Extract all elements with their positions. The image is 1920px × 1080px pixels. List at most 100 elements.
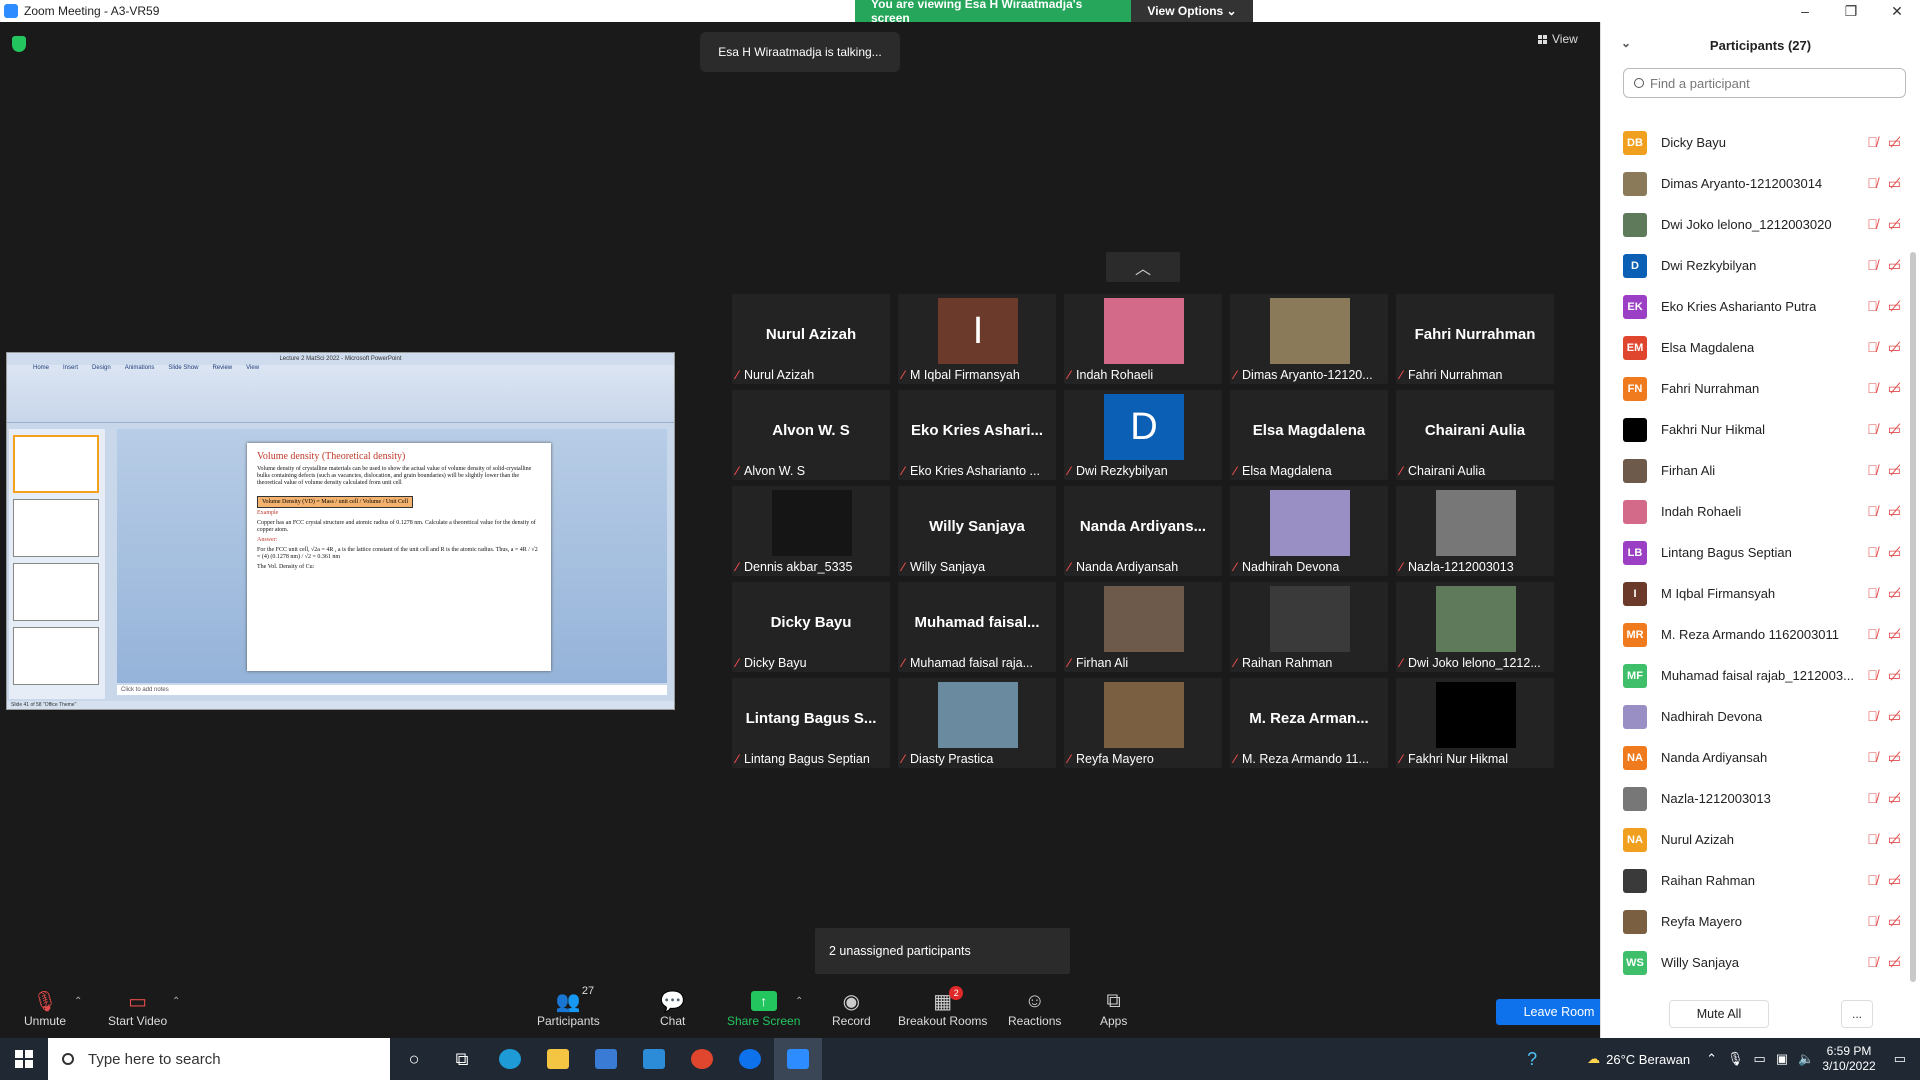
apps-button[interactable]: ⧉ Apps <box>1100 988 1127 1029</box>
video-tile[interactable]: Chairani Aulia ⁄ Chairani Aulia <box>1396 390 1554 480</box>
video-tile[interactable]: Dicky Bayu ⁄ Dicky Bayu <box>732 582 890 672</box>
view-options-button[interactable]: View Options ⌄ <box>1131 0 1253 22</box>
participant-row[interactable]: WS Willy Sanjaya 🎙̸ ▭̸ <box>1601 942 1905 983</box>
close-button[interactable]: ✕ <box>1874 0 1920 22</box>
participant-row[interactable]: Dimas Aryanto-1212003014 🎙̸ ▭̸ <box>1601 163 1905 204</box>
zoom-taskbar-icon[interactable] <box>774 1038 822 1080</box>
security-shield-icon[interactable] <box>12 36 26 52</box>
participant-row[interactable]: Indah Rohaeli 🎙̸ ▭̸ <box>1601 491 1905 532</box>
video-tile[interactable]: ⁄ Raihan Rahman <box>1230 582 1388 672</box>
video-off-icon: ▭̸ <box>1887 626 1901 642</box>
video-options-caret-icon[interactable]: ⌃ <box>172 996 180 1007</box>
participant-row[interactable]: EM Elsa Magdalena 🎙̸ ▭̸ <box>1601 327 1905 368</box>
participant-row[interactable]: Nazla-1212003013 🎙̸ ▭̸ <box>1601 778 1905 819</box>
taskbar-clock[interactable]: 6:59 PM 3/10/2022 <box>1822 1044 1875 1074</box>
task-view-icon[interactable]: ⧉ <box>438 1038 486 1080</box>
volume-icon[interactable]: 🔈 <box>1798 1051 1814 1067</box>
video-tile[interactable]: I ⁄ M Iqbal Firmansyah <box>898 294 1056 384</box>
participant-row[interactable]: D Dwi Rezkybilyan 🎙̸ ▭̸ <box>1601 245 1905 286</box>
share-screen-button[interactable]: ↑ Share Screen <box>727 988 800 1028</box>
participant-row[interactable]: MF Muhamad faisal rajab_1212003... 🎙̸ ▭̸ <box>1601 655 1905 696</box>
participant-row[interactable]: I M Iqbal Firmansyah 🎙̸ ▭̸ <box>1601 573 1905 614</box>
video-tile[interactable]: Eko Kries Ashari... ⁄ Eko Kries Asharianto… <box>898 390 1056 480</box>
minimize-button[interactable]: – <box>1782 0 1828 22</box>
participant-row[interactable]: NA Nurul Azizah 🎙̸ ▭̸ <box>1601 819 1905 860</box>
more-options-button[interactable]: ... <box>1841 1000 1873 1028</box>
participant-row[interactable]: EK Eko Kries Asharianto Putra 🎙̸ ▭̸ <box>1601 286 1905 327</box>
taskbar-search-box[interactable]: Type here to search <box>48 1038 390 1080</box>
tile-name-label: ⁄ Firhan Ali <box>1064 654 1222 672</box>
video-tile[interactable]: ⁄ Indah Rohaeli <box>1064 294 1222 384</box>
network-icon[interactable]: ▭ <box>1754 1051 1766 1067</box>
start-video-button[interactable]: ▭ Start Video <box>108 988 167 1029</box>
file-explorer-icon[interactable] <box>534 1038 582 1080</box>
weather-text[interactable]: 26°C Berawan <box>1606 1052 1690 1067</box>
record-button[interactable]: ◉ Record <box>832 988 871 1029</box>
video-tile[interactable]: Elsa Magdalena ⁄ Elsa Magdalena <box>1230 390 1388 480</box>
notifications-icon[interactable]: ▭ <box>1894 1051 1906 1067</box>
muted-mic-icon: 🎙̸ <box>1867 503 1878 519</box>
participants-button[interactable]: 👥 27 Participants <box>537 985 600 1028</box>
video-tile[interactable]: Muhamad faisal... ⁄ Muhamad faisal raja... <box>898 582 1056 672</box>
store-icon[interactable] <box>582 1038 630 1080</box>
unmute-button[interactable]: 🎙 Unmute <box>24 988 66 1029</box>
participant-row[interactable]: Nadhirah Devona 🎙̸ ▭̸ <box>1601 696 1905 737</box>
video-tile[interactable]: ⁄ Firhan Ali <box>1064 582 1222 672</box>
help-icon[interactable]: ? <box>1527 1049 1537 1070</box>
video-tile[interactable]: ⁄ Reyfa Mayero <box>1064 678 1222 768</box>
chrome-icon[interactable] <box>678 1038 726 1080</box>
participant-row[interactable]: Reyfa Mayero 🎙̸ ▭̸ <box>1601 901 1905 942</box>
start-button[interactable] <box>0 1038 48 1080</box>
breakout-rooms-button[interactable]: ▦ 2 Breakout Rooms <box>898 986 987 1028</box>
view-button[interactable]: View <box>1538 32 1578 46</box>
microphone-icon[interactable]: 🎙 <box>1727 1051 1744 1067</box>
tray-overflow-icon[interactable]: ⌃ <box>1706 1051 1717 1067</box>
participant-row[interactable]: Raihan Rahman 🎙̸ ▭̸ <box>1601 860 1905 901</box>
participant-row[interactable]: FN Fahri Nurrahman 🎙̸ ▭̸ <box>1601 368 1905 409</box>
chat-button[interactable]: 💬 Chat <box>660 988 685 1029</box>
maximize-button[interactable]: ❐ <box>1828 0 1874 22</box>
teamviewer-icon[interactable] <box>726 1038 774 1080</box>
participant-row[interactable]: LB Lintang Bagus Septian 🎙̸ ▭̸ <box>1601 532 1905 573</box>
participant-name: Reyfa Mayero <box>1661 914 1742 929</box>
audio-options-caret-icon[interactable]: ⌃ <box>74 996 82 1007</box>
video-tile[interactable]: Willy Sanjaya ⁄ Willy Sanjaya <box>898 486 1056 576</box>
video-tile[interactable]: M. Reza Arman... ⁄ M. Reza Armando 11... <box>1230 678 1388 768</box>
participant-row[interactable]: Firhan Ali 🎙̸ ▭̸ <box>1601 450 1905 491</box>
video-tile[interactable]: Nanda Ardiyans... ⁄ Nanda Ardiyansah <box>1064 486 1222 576</box>
video-tile[interactable]: D ⁄ Dwi Rezkybilyan <box>1064 390 1222 480</box>
tile-name-label: ⁄ Dwi Rezkybilyan <box>1064 462 1222 480</box>
video-tile[interactable]: ⁄ Nadhirah Devona <box>1230 486 1388 576</box>
windows-taskbar: Type here to search ○ ⧉ ? ☁ 26°C Berawan… <box>0 1038 1920 1080</box>
shared-screen[interactable]: Lecture 2 MatSci 2022 - Microsoft PowerP… <box>6 352 675 710</box>
participant-list-scrollbar[interactable] <box>1910 252 1916 982</box>
participant-row[interactable]: NA Nanda Ardiyansah 🎙̸ ▭̸ <box>1601 737 1905 778</box>
video-tile[interactable]: ⁄ Dwi Joko lelono_1212... <box>1396 582 1554 672</box>
video-off-icon: ▭̸ <box>1887 585 1901 601</box>
video-tile[interactable]: ⁄ Dennis akbar_5335 <box>732 486 890 576</box>
video-tile[interactable]: Lintang Bagus S... ⁄ Lintang Bagus Septian <box>732 678 890 768</box>
participant-row[interactable]: Dwi Joko lelono_1212003020 🎙̸ ▭̸ <box>1601 204 1905 245</box>
video-tile[interactable]: Alvon W. S ⁄ Alvon W. S <box>732 390 890 480</box>
mail-icon[interactable] <box>630 1038 678 1080</box>
video-tile[interactable]: ⁄ Nazla-1212003013 <box>1396 486 1554 576</box>
participant-row[interactable]: MR M. Reza Armando 1162003011 🎙̸ ▭̸ <box>1601 614 1905 655</box>
scroll-up-button[interactable]: ︿ <box>1106 252 1180 282</box>
unassigned-participants-notice[interactable]: 2 unassigned participants <box>815 928 1070 974</box>
collapse-chevron-icon[interactable]: ⌄ <box>1621 36 1631 50</box>
video-tile[interactable]: ⁄ Diasty Prastica <box>898 678 1056 768</box>
display-icon[interactable]: ▣ <box>1776 1051 1788 1067</box>
participant-search-input[interactable]: Find a participant <box>1623 68 1906 98</box>
cortana-icon[interactable]: ○ <box>390 1038 438 1080</box>
mute-all-button[interactable]: Mute All <box>1669 1000 1769 1028</box>
tile-name-label: ⁄ Nadhirah Devona <box>1230 558 1388 576</box>
video-tile[interactable]: ⁄ Fakhri Nur Hikmal <box>1396 678 1554 768</box>
video-tile[interactable]: Fahri Nurrahman ⁄ Fahri Nurrahman <box>1396 294 1554 384</box>
share-options-caret-icon[interactable]: ⌃ <box>795 996 803 1007</box>
reactions-button[interactable]: ☺ Reactions <box>1008 988 1061 1029</box>
participant-row[interactable]: DB Dicky Bayu 🎙̸ ▭̸ <box>1601 122 1905 163</box>
video-tile[interactable]: ⁄ Dimas Aryanto-12120... <box>1230 294 1388 384</box>
participant-row[interactable]: Fakhri Nur Hikmal 🎙̸ ▭̸ <box>1601 409 1905 450</box>
video-tile[interactable]: Nurul Azizah ⁄ Nurul Azizah <box>732 294 890 384</box>
edge-browser-icon[interactable] <box>486 1038 534 1080</box>
